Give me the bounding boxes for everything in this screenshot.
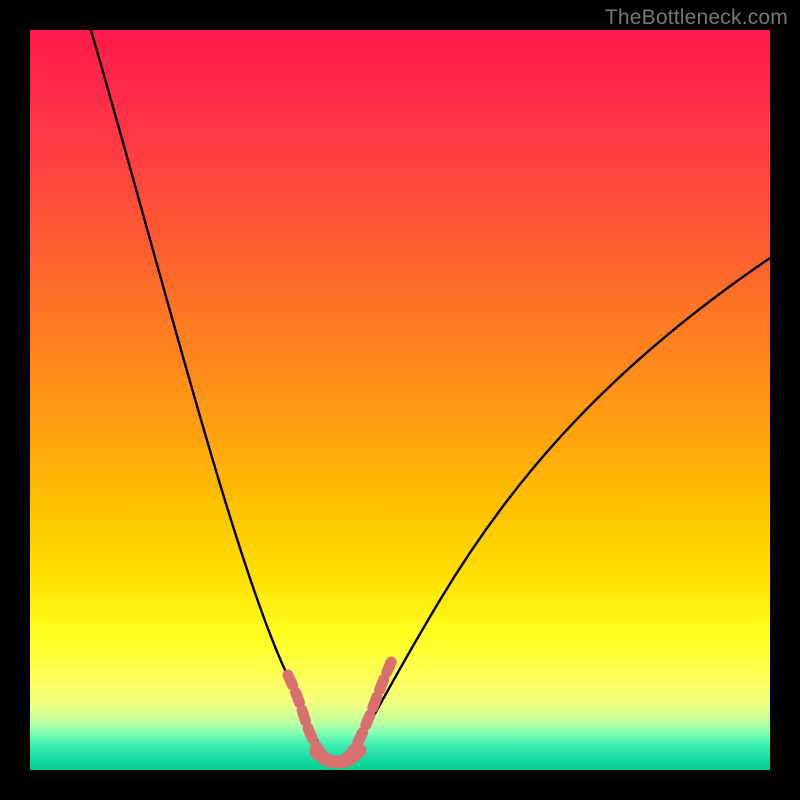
watermark-text: TheBottleneck.com xyxy=(605,6,788,30)
chart-plot-area xyxy=(30,30,770,770)
bottleneck-curve-right xyxy=(352,258,770,752)
bottleneck-curve-left xyxy=(88,30,325,752)
notch-chain xyxy=(288,660,392,761)
notch-chain-bottom xyxy=(316,750,360,762)
chart-svg xyxy=(30,30,770,770)
